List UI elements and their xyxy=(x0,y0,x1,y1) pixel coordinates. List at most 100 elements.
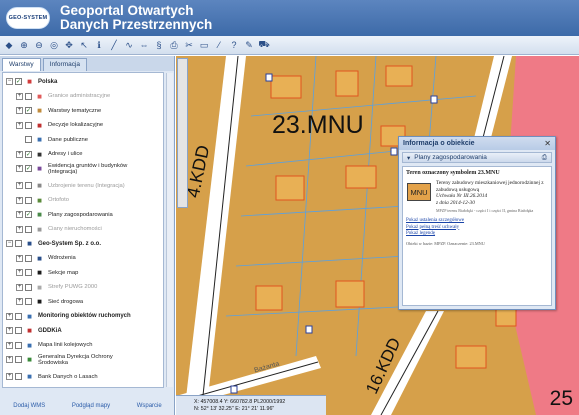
layer-checkbox[interactable] xyxy=(15,373,22,380)
layer-tree-row[interactable]: + ■ Strefy PUWG 2000 xyxy=(16,281,97,294)
layers-icon[interactable]: ◆ xyxy=(3,39,15,51)
layer-tree-row[interactable]: + ■ Ortofoto xyxy=(16,194,69,207)
bus-icon[interactable]: ▭ xyxy=(198,39,210,51)
expand-toggle-icon[interactable]: + xyxy=(16,92,23,100)
layer-tree-row[interactable]: + ■ GDDKiA xyxy=(6,324,62,337)
layer-checkbox[interactable] xyxy=(25,136,32,143)
layer-checkbox[interactable]: ✓ xyxy=(25,107,32,114)
layer-checkbox[interactable] xyxy=(25,92,32,100)
expand-toggle-icon[interactable]: + xyxy=(6,356,13,363)
layer-checkbox[interactable] xyxy=(25,254,32,262)
layer-label-group: Generalna Dyrekcja Ochrony Środowiska xyxy=(38,354,113,366)
info-icon[interactable]: ℹ xyxy=(93,39,105,51)
chart-icon[interactable]: ⁄ xyxy=(213,39,225,51)
layer-checkbox[interactable] xyxy=(15,327,22,334)
layer-tree-row[interactable]: + ✓ ■ Ewidencja gruntów i budynków (Integrac… xyxy=(16,162,127,175)
draw-icon[interactable]: ✎ xyxy=(243,39,255,51)
layer-tree-row[interactable]: ■ Dane publiczne xyxy=(16,133,88,146)
layer-tree-row[interactable]: + ✓ ■ Warstwy tematyczne xyxy=(16,104,101,117)
layer-checkbox[interactable] xyxy=(15,356,22,363)
logo-text: GEO-SYSTEM xyxy=(8,15,48,21)
zoom-extent-icon[interactable]: ◎ xyxy=(48,39,60,51)
layer-tree-row[interactable]: + ■ Sekcje map xyxy=(16,266,78,279)
layer-tree-row[interactable]: + ■ Sieć drogowa xyxy=(16,295,83,308)
expand-toggle-icon[interactable]: + xyxy=(16,196,23,204)
layer-checkbox[interactable] xyxy=(25,225,32,233)
tab-information[interactable]: Informacja xyxy=(42,58,88,71)
layer-tree-row[interactable]: + ■ Monitoring obiektów ruchomych xyxy=(6,310,131,323)
cut-icon[interactable]: ✂ xyxy=(183,39,195,51)
expand-toggle-icon[interactable]: + xyxy=(16,150,23,158)
object-info-popup[interactable]: Informacja o obiekcie ✕ ▾ Plany zagospod… xyxy=(398,136,556,310)
layer-tree-row[interactable]: + ✓ ■ Plany zagospodarowania xyxy=(16,208,113,221)
expand-toggle-icon[interactable]: + xyxy=(16,254,23,262)
layer-checkbox[interactable] xyxy=(25,182,32,189)
zoom-slider[interactable] xyxy=(177,58,188,208)
add-wms-link[interactable]: Dodaj WMS xyxy=(13,403,45,409)
layer-tree-row[interactable]: + ■ Bank Danych o Lasach xyxy=(6,370,98,383)
layer-checkbox[interactable] xyxy=(25,196,32,204)
expand-toggle-icon[interactable]: + xyxy=(6,312,13,320)
layer-tree-row[interactable]: + ✓ ■ Adresy i ulice xyxy=(16,148,82,161)
help-icon[interactable]: ? xyxy=(228,39,240,51)
select-icon[interactable]: ↖ xyxy=(78,39,90,51)
link-icon[interactable]: § xyxy=(153,39,165,51)
layer-tree-row[interactable]: + ■ Granice administracyjne xyxy=(16,90,110,103)
expand-toggle-icon[interactable]: + xyxy=(6,327,13,334)
layer-checkbox[interactable] xyxy=(25,298,32,305)
expand-toggle-icon[interactable]: + xyxy=(16,165,23,172)
layer-checkbox[interactable] xyxy=(25,269,32,276)
expand-toggle-icon[interactable]: + xyxy=(16,298,23,305)
layer-tree-row[interactable]: + ■ Ciany nieruchomości xyxy=(16,223,102,236)
expand-toggle-icon[interactable]: + xyxy=(6,373,13,380)
layer-label-group: GDDKiA xyxy=(38,328,62,334)
expand-toggle-icon[interactable]: + xyxy=(6,341,13,349)
layer-tree-row[interactable]: + ■ Generalna Dyrekcja Ochrony Środowiska xyxy=(6,353,113,366)
layer-tree-row[interactable]: − ■ Geo-System Sp. z o.o. xyxy=(6,237,101,250)
print-icon[interactable]: ⎙ xyxy=(168,39,180,51)
expand-toggle-icon[interactable]: − xyxy=(6,78,13,85)
cart-icon[interactable]: ⛟ xyxy=(258,39,270,51)
expand-toggle-icon[interactable]: − xyxy=(6,240,13,247)
layer-tree-row[interactable]: + ■ Uzbrojenie terenu (Integracja) xyxy=(16,179,125,192)
expand-toggle-icon[interactable]: + xyxy=(16,121,23,129)
popup-section-header[interactable]: ▾ Plany zagospodarowania ⎙ xyxy=(402,152,552,163)
map-preview-link[interactable]: Podgląd mapy xyxy=(72,403,110,409)
layer-tree-row[interactable]: − ✓ ■ Polska xyxy=(6,75,57,88)
layer-tree-row[interactable]: + ■ Decyzje lokalizacyjne xyxy=(16,119,103,132)
zoom-out-icon[interactable]: ⊖ xyxy=(33,39,45,51)
fit-icon[interactable]: ⇔ xyxy=(138,39,150,51)
layer-checkbox[interactable] xyxy=(25,121,32,129)
pan-icon[interactable]: ✥ xyxy=(63,39,75,51)
support-link[interactable]: Wsparcie xyxy=(137,403,162,409)
collapse-icon[interactable]: ▾ xyxy=(407,154,410,162)
close-icon[interactable]: ✕ xyxy=(544,139,551,148)
tab-layers[interactable]: Warstwy xyxy=(2,58,41,71)
expand-toggle-icon[interactable]: + xyxy=(16,283,23,291)
layer-checkbox[interactable] xyxy=(25,283,32,291)
measure-line-icon[interactable]: ╱ xyxy=(108,39,120,51)
expand-toggle-icon[interactable]: + xyxy=(16,107,23,114)
layer-checkbox[interactable] xyxy=(15,312,22,320)
tree-scrollbar[interactable] xyxy=(166,73,173,387)
layer-label-group: Granice administracyjne xyxy=(48,93,110,99)
layer-icon: ■ xyxy=(37,253,42,263)
popup-heading: Teren oznaczony symbolem 23.MNU xyxy=(406,170,500,176)
layer-tree-row[interactable]: + ■ Mapa linii kolejowych xyxy=(6,339,92,352)
show-legend-link[interactable]: Pokaż legendę xyxy=(406,231,548,238)
print-icon[interactable]: ⎙ xyxy=(542,154,547,162)
layer-checkbox[interactable]: ✓ xyxy=(25,150,32,158)
measure-area-icon[interactable]: ∿ xyxy=(123,39,135,51)
zoom-in-icon[interactable]: ⊕ xyxy=(18,39,30,51)
layer-checkbox[interactable] xyxy=(15,240,22,247)
expand-toggle-icon[interactable]: + xyxy=(16,182,23,189)
layer-checkbox[interactable] xyxy=(15,341,22,349)
plan-note: MPZP terenu Białołęki - części I i częśc… xyxy=(436,208,534,213)
expand-toggle-icon[interactable]: + xyxy=(16,211,23,218)
layer-checkbox[interactable]: ✓ xyxy=(25,211,32,218)
layer-tree-row[interactable]: + ■ Wdrożenia xyxy=(16,252,76,265)
expand-toggle-icon[interactable]: + xyxy=(16,225,23,233)
expand-toggle-icon[interactable]: + xyxy=(16,269,23,276)
layer-checkbox[interactable]: ✓ xyxy=(25,165,32,172)
layer-checkbox[interactable]: ✓ xyxy=(15,78,22,85)
